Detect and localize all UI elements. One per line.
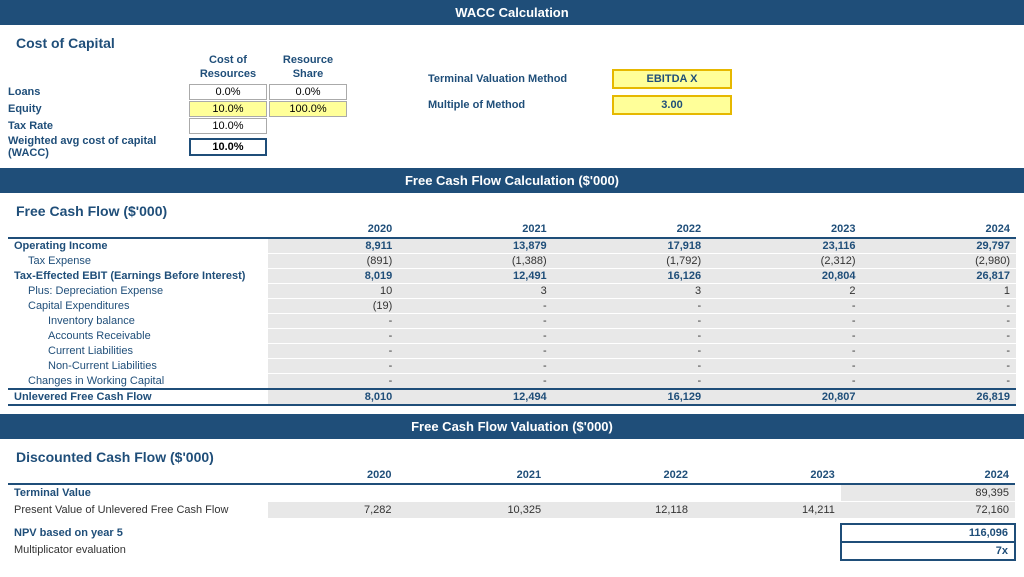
wacc-section-header: WACC Calculation [0, 0, 1024, 25]
dcf-year-2024: 2024 [841, 467, 1015, 484]
wacc-row-wacc: Weighted avg cost of capital (WACC) 10.0… [8, 135, 388, 159]
fcf-working-capital-row: Changes in Working Capital - - - - - [8, 373, 1016, 389]
fcf-calc-header: Free Cash Flow Calculation ($'000) [0, 168, 1024, 193]
fcf-inventory-row: Inventory balance - - - - - [8, 313, 1016, 328]
dcf-mult-row: Multiplicator evaluation 7x [8, 542, 1015, 560]
wacc-row-loans: Loans 0.0% 0.0% [8, 84, 388, 100]
wacc-sub-header: Cost of Capital [8, 29, 1016, 53]
wacc-left: Cost ofResources ResourceShare Loans 0.0… [8, 53, 388, 160]
dcf-npv-row: NPV based on year 5 116,096 [8, 524, 1015, 542]
fcf-calc-section: Free Cash Flow ($'000) 2020 2021 2022 20… [0, 193, 1024, 414]
multiple-method-row: Multiple of Method 3.00 [428, 95, 732, 115]
wacc-grid: Cost ofResources ResourceShare Loans 0.0… [8, 53, 1016, 160]
fcf-sub-header: Free Cash Flow ($'000) [8, 197, 1016, 221]
col-header-share: ResourceShare [268, 53, 348, 82]
dcf-terminal-value-row: Terminal Value 89,395 [8, 484, 1015, 502]
wacc-right: Terminal Valuation Method EBITDA X Multi… [428, 53, 732, 115]
dcf-label-col-header [8, 467, 268, 484]
fcf-year-2024: 2024 [862, 221, 1016, 238]
dcf-table: 2020 2021 2022 2023 2024 Terminal Value … [8, 467, 1016, 561]
fcf-tax-effected-ebit-row: Tax-Effected EBIT (Earnings Before Inter… [8, 268, 1016, 283]
dcf-year-header-row: 2020 2021 2022 2023 2024 [8, 467, 1015, 484]
dcf-section: Discounted Cash Flow ($'000) 2020 2021 2… [0, 439, 1024, 569]
wacc-row-taxrate: Tax Rate 10.0% [8, 118, 388, 134]
wacc-section: Cost of Capital Cost ofResources Resourc… [0, 25, 1024, 168]
dcf-pv-fcf-row: Present Value of Unlevered Free Cash Flo… [8, 501, 1015, 518]
fcf-year-2023: 2023 [707, 221, 861, 238]
dcf-year-2020: 2020 [268, 467, 398, 484]
fcf-label-col-header [8, 221, 268, 238]
fcf-operating-income-row: Operating Income 8,911 13,879 17,918 23,… [8, 238, 1016, 254]
col-header-cost: Cost ofResources [188, 53, 268, 82]
dcf-year-2022: 2022 [547, 467, 694, 484]
dcf-year-2021: 2021 [398, 467, 548, 484]
fcf-capex-row: Capital Expenditures (19) - - - - [8, 298, 1016, 313]
fcf-depreciation-row: Plus: Depreciation Expense 10 3 3 2 1 [8, 283, 1016, 298]
dcf-sub-header: Discounted Cash Flow ($'000) [8, 443, 1016, 467]
terminal-valuation-row: Terminal Valuation Method EBITDA X [428, 69, 732, 89]
fcf-valuation-header: Free Cash Flow Valuation ($'000) [0, 414, 1024, 439]
fcf-tax-expense-row: Tax Expense (891) (1,388) (1,792) (2,312… [8, 253, 1016, 268]
wacc-col-headers: Cost ofResources ResourceShare [8, 53, 388, 82]
dcf-year-2023: 2023 [694, 467, 841, 484]
fcf-unlevered-fcf-row: Unlevered Free Cash Flow 8,010 12,494 16… [8, 389, 1016, 405]
fcf-year-2022: 2022 [553, 221, 707, 238]
fcf-accounts-receivable-row: Accounts Receivable - - - - - [8, 328, 1016, 343]
fcf-current-liabilities-row: Current Liabilities - - - - - [8, 343, 1016, 358]
fcf-year-header-row: 2020 2021 2022 2023 2024 [8, 221, 1016, 238]
fcf-year-2021: 2021 [398, 221, 552, 238]
fcf-table: 2020 2021 2022 2023 2024 Operating Incom… [8, 221, 1016, 406]
wacc-row-equity: Equity 10.0% 100.0% [8, 101, 388, 117]
fcf-noncurrent-liabilities-row: Non-Current Liabilities - - - - - [8, 358, 1016, 373]
fcf-year-2020: 2020 [268, 221, 398, 238]
